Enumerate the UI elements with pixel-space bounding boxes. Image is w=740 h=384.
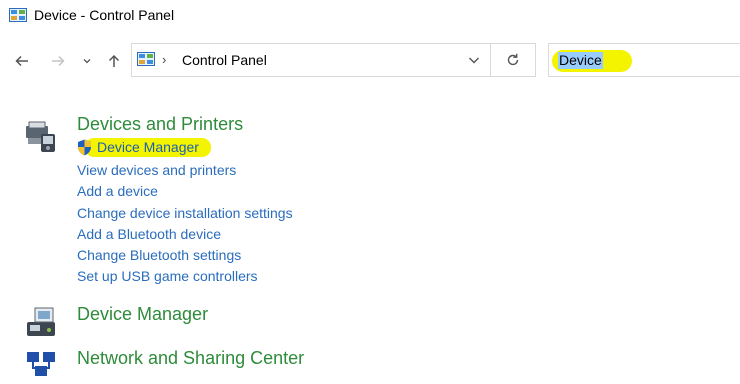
search-value[interactable]: Device [558,52,603,69]
refresh-button[interactable] [490,43,536,77]
arrow-up-icon [108,54,120,67]
window-title: Device - Control Panel [34,7,175,23]
breadcrumb-separator[interactable]: › [162,52,166,67]
link-usb-game-controllers[interactable]: Set up USB game controllers [77,268,258,284]
heading-device-manager[interactable]: Device Manager [77,304,208,325]
link-view-devices-printers[interactable]: View devices and printers [77,162,236,178]
control-panel-icon [137,52,155,66]
chevron-down-icon [83,59,91,64]
network-icon [27,352,55,376]
uac-shield-icon [78,139,91,156]
refresh-icon [507,53,519,66]
heading-devices-and-printers[interactable]: Devices and Printers [77,114,243,135]
link-add-bluetooth-device[interactable]: Add a Bluetooth device [77,226,221,242]
search-input[interactable]: Device [548,43,740,77]
link-add-device[interactable]: Add a device [77,183,158,199]
control-panel-icon [9,8,27,22]
link-change-installation-settings[interactable]: Change device installation settings [77,205,293,221]
link-device-manager-label[interactable]: Device Manager [97,139,199,155]
printer-device-icon [26,121,55,152]
arrow-left-icon [15,55,28,67]
breadcrumb-control-panel[interactable]: Control Panel [182,52,267,68]
address-bar[interactable]: › Control Panel [131,43,491,77]
recent-locations-button[interactable] [80,51,94,71]
back-button[interactable] [12,51,32,71]
heading-network-sharing-center[interactable]: Network and Sharing Center [77,348,304,369]
title-bar: Device - Control Panel [0,0,740,34]
arrow-right-icon [52,55,65,67]
link-change-bluetooth-settings[interactable]: Change Bluetooth settings [77,247,241,263]
device-manager-icon [27,307,55,336]
chevron-down-icon[interactable] [466,52,482,68]
up-button[interactable] [104,51,124,71]
forward-button[interactable] [48,51,68,71]
navigation-bar: › Control Panel Device [0,34,740,86]
